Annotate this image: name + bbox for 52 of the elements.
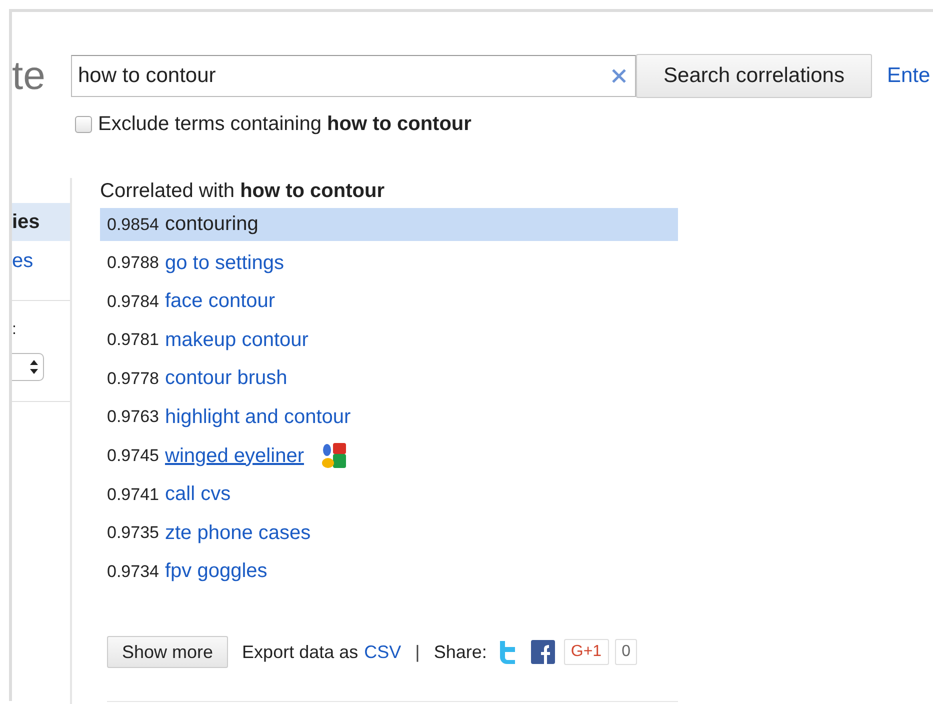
term-link[interactable]: highlight and contour xyxy=(165,406,351,429)
term-link[interactable]: contouring xyxy=(165,213,258,236)
score-text: 0.9734 xyxy=(107,562,159,582)
export-label: Export data as xyxy=(242,642,358,663)
score-text: 0.9784 xyxy=(107,292,159,312)
result-row[interactable]: 0.9763 highlight and contour xyxy=(100,400,678,434)
score-text: 0.9778 xyxy=(107,368,159,389)
result-row[interactable]: 0.9735 zte phone cases xyxy=(100,516,678,550)
score-text: 0.9763 xyxy=(107,407,159,428)
score-text: 0.9854 xyxy=(107,214,159,234)
term-link[interactable]: call cvs xyxy=(165,483,231,506)
facebook-icon[interactable] xyxy=(530,640,555,664)
spinner-icon xyxy=(29,359,39,375)
preview-icon[interactable] xyxy=(320,442,348,470)
csv-link[interactable]: CSV xyxy=(364,642,402,663)
score-text: 0.9741 xyxy=(107,484,159,505)
result-row[interactable]: 0.9734 fpv goggles xyxy=(100,555,678,588)
plus-one-button[interactable]: G+1 xyxy=(564,639,609,666)
term-link[interactable]: face contour xyxy=(165,290,276,314)
result-row[interactable]: 0.9741 call cvs xyxy=(100,478,678,512)
score-text: 0.9781 xyxy=(107,330,159,350)
score-text: 0.9735 xyxy=(107,523,159,544)
sidebar-label: : xyxy=(12,321,18,339)
separator-text: | xyxy=(415,642,420,663)
exclude-label: Exclude terms containing how to contour xyxy=(98,113,472,136)
show-more-button[interactable]: Show more xyxy=(107,636,228,668)
term-link[interactable]: makeup contour xyxy=(165,328,308,352)
share-count: 0 xyxy=(614,639,638,666)
header-link[interactable]: Ente xyxy=(887,64,930,88)
score-text: 0.9788 xyxy=(107,253,159,274)
results-heading: Correlated with how to contour xyxy=(100,180,386,204)
result-row[interactable]: 0.9854 contouring xyxy=(100,208,678,241)
result-row[interactable]: 0.9781 makeup contour xyxy=(100,324,678,357)
score-text: 0.9745 xyxy=(107,446,159,466)
result-row[interactable]: 0.9745 winged eyeliner xyxy=(100,440,678,473)
sidebar-item[interactable]: es xyxy=(12,242,70,280)
search-button[interactable]: Search correlations xyxy=(636,54,872,98)
result-row[interactable]: 0.9788 go to settings xyxy=(100,246,678,280)
sidebar-item[interactable]: ies xyxy=(12,203,70,241)
logo-text: te xyxy=(12,54,46,98)
select-field[interactable] xyxy=(12,353,44,381)
term-link[interactable]: winged eyeliner xyxy=(165,444,304,468)
exclude-checkbox[interactable] xyxy=(75,116,92,133)
result-row[interactable]: 0.9778 contour brush xyxy=(100,362,678,396)
result-row[interactable]: 0.9784 face contour xyxy=(100,285,678,318)
term-link[interactable]: go to settings xyxy=(165,252,284,275)
term-link[interactable]: contour brush xyxy=(165,367,288,390)
search-field[interactable]: how to contour xyxy=(71,55,636,97)
close-icon[interactable] xyxy=(611,68,627,84)
share-label: Share: xyxy=(434,642,487,663)
term-link[interactable]: zte phone cases xyxy=(165,522,311,545)
term-link[interactable]: fpv goggles xyxy=(165,560,268,584)
